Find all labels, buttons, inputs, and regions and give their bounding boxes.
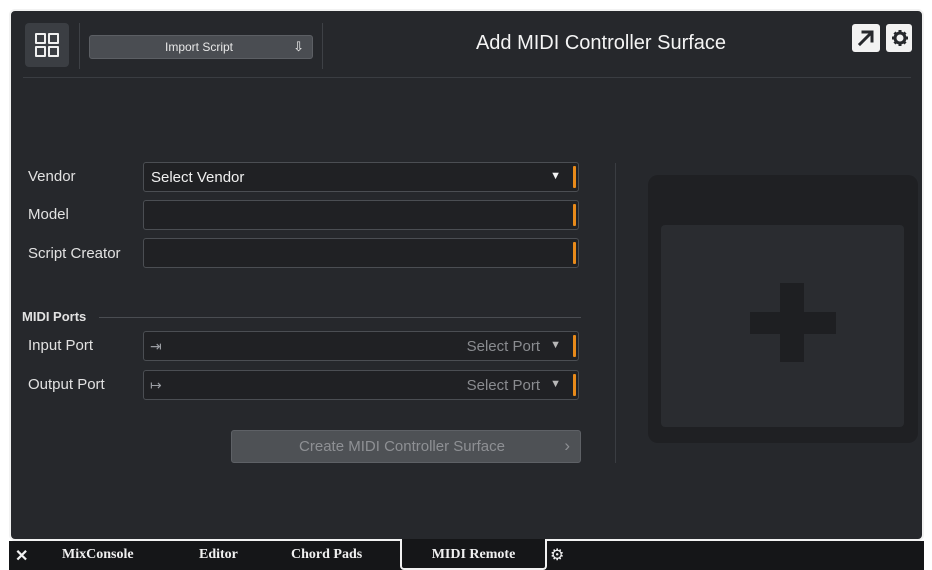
vendor-value: Select Vendor [151, 169, 245, 186]
tab-editor[interactable]: Editor [199, 547, 238, 563]
tab-chord-pads[interactable]: Chord Pads [291, 547, 362, 563]
header-divider [23, 77, 911, 78]
tab-midi-remote-label: MIDI Remote [431, 547, 516, 562]
midi-ports-heading: MIDI Ports [22, 309, 87, 324]
script-creator-field[interactable] [143, 238, 579, 268]
input-port-placeholder: Select Port [466, 338, 540, 355]
create-surface-button[interactable]: Create MIDI Controller Surface › [231, 430, 581, 463]
chevron-right-icon: › [564, 436, 570, 455]
import-script-button[interactable]: Import Script ⇩ [89, 35, 313, 59]
panel-divider [615, 163, 616, 463]
arrow-up-right-icon [857, 30, 874, 47]
tab-midi-remote[interactable]: MIDI Remote [400, 539, 547, 570]
input-port-select[interactable]: ⇥ Select Port ▼ [143, 331, 579, 361]
vendor-label: Vendor [28, 168, 76, 185]
import-icon: ⇩ [293, 39, 304, 54]
close-icon[interactable]: ✕ [15, 546, 28, 566]
section-divider [99, 317, 581, 318]
output-port-label: Output Port [28, 376, 105, 393]
model-label: Model [28, 206, 69, 223]
layout-grid-button[interactable] [25, 23, 69, 67]
script-creator-label: Script Creator [28, 245, 121, 262]
port-out-icon: ↦ [150, 377, 162, 393]
model-field[interactable] [143, 200, 579, 230]
create-surface-label: Create MIDI Controller Surface [299, 438, 505, 455]
dropdown-arrow-icon: ▼ [550, 170, 561, 182]
input-port-label: Input Port [28, 337, 94, 354]
accent-marker [573, 335, 576, 357]
dropdown-arrow-icon: ▼ [550, 339, 561, 351]
gear-icon [892, 30, 908, 46]
accent-marker [573, 204, 576, 226]
vendor-select[interactable]: Select Vendor ▼ [143, 162, 579, 192]
midi-remote-panel: Import Script ⇩ Add MIDI Controller Surf… [9, 9, 924, 541]
dropdown-arrow-icon: ▼ [550, 378, 561, 390]
output-port-placeholder: Select Port [466, 377, 540, 394]
divider [322, 23, 323, 69]
output-port-select[interactable]: ↦ Select Port ▼ [143, 370, 579, 400]
grid-icon [35, 33, 46, 44]
surface-preview-body [661, 225, 904, 427]
import-script-label: Import Script [164, 40, 233, 54]
divider [79, 23, 80, 69]
surface-preview [648, 175, 918, 443]
accent-marker [573, 242, 576, 264]
expand-button[interactable] [852, 24, 880, 52]
page-title: Add MIDI Controller Surface [475, 32, 727, 54]
port-in-icon: ⇥ [150, 338, 162, 354]
bottom-tab-bar: ✕ MixConsole Editor Chord Pads MIDI Remo… [9, 539, 924, 570]
accent-marker [573, 374, 576, 396]
gear-icon[interactable]: ⚙ [550, 545, 564, 565]
accent-marker [573, 166, 576, 188]
settings-button[interactable] [886, 24, 912, 52]
tab-mixconsole[interactable]: MixConsole [62, 547, 134, 563]
